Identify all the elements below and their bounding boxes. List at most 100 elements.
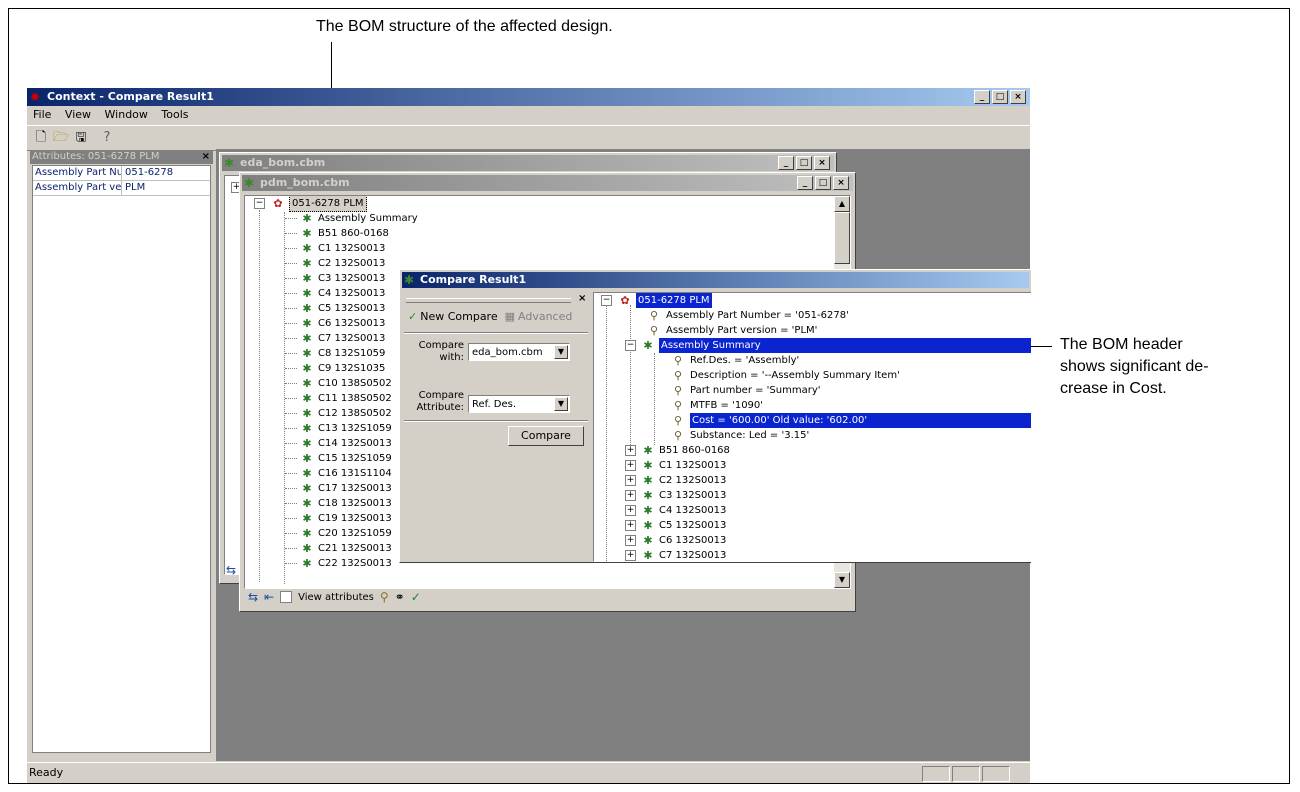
pdm-tree-item[interactable]: ✱ C20 132S1059 [285,526,392,541]
pdm-tree-item[interactable]: ✱ C3 132S0013 [285,271,385,286]
pdm-close-button[interactable]: × [833,176,849,190]
compare-tree-item[interactable]: + ✱ C6 132S0013 [625,533,726,548]
pdm-tree-item[interactable]: ✱ C12 138S0502 [285,406,392,421]
panel-grip[interactable] [406,298,571,303]
compare-tree-item-partial[interactable]: + ✱ C7 132S0013 [625,548,726,561]
find-icon[interactable]: ⚭ [395,590,405,604]
pdm-minimize-button[interactable]: _ [797,176,813,190]
tree-node-assembly-summary[interactable]: − ✱ Assembly Summary [625,338,1031,353]
compare-tree-item[interactable]: + ✱ C1 132S0013 [625,458,726,473]
tree-attribute-row[interactable]: ⚲ Part number = 'Summary' [670,383,821,398]
open-icon[interactable]: 🗁 [53,130,69,146]
part-icon: ✱ [302,557,312,570]
attribute-row[interactable]: Assembly Part Nu 051-6278 [33,166,210,181]
pdm-tree-item[interactable]: ✱ C21 132S0013 [285,541,392,556]
tree-link-icon[interactable]: ⇤ [264,590,274,604]
pdm-maximize-button[interactable]: □ [815,176,831,190]
eda-minimize-button[interactable]: _ [778,156,794,170]
scroll-up-button[interactable]: ▲ [834,196,850,212]
compare-panel-close-button[interactable]: × [578,293,586,304]
compare-button[interactable]: Compare [508,426,584,446]
scroll-thumb[interactable] [834,212,850,264]
advanced-button[interactable]: Advanced [518,310,572,323]
compare-icon[interactable]: ✓ [411,590,421,604]
pdm-tree-item[interactable]: ✱ C6 132S0013 [285,316,385,331]
pdm-tree-item[interactable]: ✱ C11 138S0502 [285,391,392,406]
chevron-down-icon[interactable]: ▼ [554,397,568,411]
app-titlebar[interactable]: ✸ Context - Compare Result1 _ □ × [27,88,1030,106]
collapse-icon[interactable]: − [601,295,612,306]
expand-icon[interactable]: + [625,460,636,471]
pdm-bom-titlebar[interactable]: ✱ pdm_bom.cbm _ □ × [242,175,853,191]
pdm-tree-item[interactable]: ✱ C13 132S1059 [285,421,392,436]
tree-attribute-row[interactable]: ⚲ Ref.Des. = 'Assembly' [670,353,799,368]
eda-maximize-button[interactable]: □ [796,156,812,170]
tree-attribute-row[interactable]: ⚲ Assembly Part Number = '051-6278' [646,308,849,323]
pdm-tree-item[interactable]: ✱ C7 132S0013 [285,331,385,346]
compare-tree-item[interactable]: + ✱ C3 132S0013 [625,488,726,503]
new-icon[interactable]: 🗋 [33,130,49,146]
eda-bom-titlebar[interactable]: ✱ eda_bom.cbm _ □ × [222,155,834,171]
tree-attribute-row[interactable]: ⚲ Substance: Led = '3.15' [670,428,809,443]
compare-tree-item[interactable]: + ✱ C4 132S0013 [625,503,726,518]
close-button[interactable]: × [1010,90,1026,104]
minimize-button[interactable]: _ [974,90,990,104]
pdm-tree-root[interactable]: − ✿ 051-6278 PLM [254,196,367,212]
pdm-tree-item[interactable]: ✱ C10 138S0502 [285,376,392,391]
scroll-down-button[interactable]: ▼ [834,572,850,588]
save-icon[interactable]: 🖫 [73,130,89,146]
expand-icon[interactable]: + [625,445,636,456]
menu-window[interactable]: Window [105,108,148,121]
view-attributes-checkbox[interactable] [280,591,293,603]
pdm-tree-item[interactable]: ✱ C19 132S0013 [285,511,392,526]
pdm-tree-item[interactable]: ✱ C18 132S0013 [285,496,392,511]
tree-attribute-row[interactable]: ⚲ Description = '--Assembly Summary Item' [670,368,900,383]
tree-attribute-row[interactable]: ⚲ Cost = '600.00' Old value: '602.00' [670,413,1031,428]
eda-bottom-icon[interactable]: ⇆ [226,563,236,577]
chevron-down-icon[interactable]: ▼ [554,345,568,359]
compare-tree-item[interactable]: + ✱ C2 132S0013 [625,473,726,488]
compare-tree-item-label: B51 860-0168 [659,445,730,456]
pdm-tree-item[interactable]: ✱ C15 132S1059 [285,451,392,466]
tree-expand-icon[interactable]: ⇆ [248,590,258,604]
tree-attribute-row[interactable]: ⚲ Assembly Part version = 'PLM' [646,323,817,338]
compare-tree-item[interactable]: + ✱ C5 132S0013 [625,518,726,533]
menu-view[interactable]: View [65,108,91,121]
attributes-panel-close-button[interactable]: × [202,150,210,164]
compare-attribute-select[interactable]: Ref. Des. ▼ [468,395,570,413]
menu-tools[interactable]: Tools [161,108,188,121]
compare-tree-root[interactable]: − ✿ 051-6278 PLM [601,293,712,308]
expand-icon[interactable]: + [625,490,636,501]
pdm-tree-item[interactable]: ✱ C22 132S0013 [285,556,392,571]
pdm-tree-item[interactable]: ✱ C5 132S0013 [285,301,385,316]
pdm-tree-item[interactable]: ✱ C17 132S0013 [285,481,392,496]
compare-result-titlebar[interactable]: ✱ Compare Result1 [402,272,1029,288]
attributes-list: Assembly Part Nu 051-6278 Assembly Part … [32,165,211,753]
expand-icon[interactable]: + [625,550,636,561]
pdm-tree-item[interactable]: ✱ C2 132S0013 [285,256,385,271]
compare-tree-item[interactable]: + ✱ B51 860-0168 [625,443,730,458]
expand-icon[interactable]: + [625,475,636,486]
new-compare-button[interactable]: New Compare [420,310,497,323]
tree-attribute-row[interactable]: ⚲ MTFB = '1090' [670,398,763,413]
pdm-tree-item[interactable]: ✱ C8 132S1059 [285,346,385,361]
pdm-tree-item[interactable]: ✱ C14 132S0013 [285,436,392,451]
pdm-tree-item[interactable]: ✱ C4 132S0013 [285,286,385,301]
expand-icon[interactable]: + [625,535,636,546]
pdm-tree-item[interactable]: ✱ Assembly Summary [285,211,418,226]
pdm-tree-item[interactable]: ✱ B51 860-0168 [285,226,389,241]
pdm-tree-item[interactable]: ✱ C9 132S1035 [285,361,385,376]
pdm-tree-item[interactable]: ✱ C16 131S1104 [285,466,392,481]
compare-with-select[interactable]: eda_bom.cbm ▼ [468,343,570,361]
eda-close-button[interactable]: × [814,156,830,170]
attribute-icon[interactable]: ⚲ [380,590,389,604]
expand-icon[interactable]: + [625,505,636,516]
collapse-icon[interactable]: − [625,340,636,351]
expand-icon[interactable]: + [625,520,636,531]
attribute-row[interactable]: Assembly Part ve PLM [33,181,210,196]
help-icon[interactable]: ? [99,130,115,146]
pdm-tree-item[interactable]: ✱ C1 132S0013 [285,241,385,256]
collapse-icon[interactable]: − [254,198,265,209]
menu-file[interactable]: File [33,108,51,121]
maximize-button[interactable]: □ [992,90,1008,104]
